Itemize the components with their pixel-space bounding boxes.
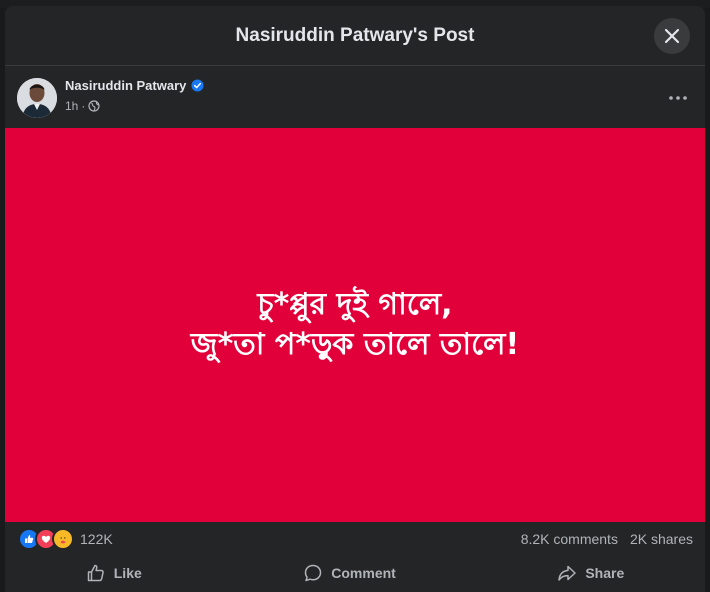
- post-actions: Like Comment Share: [5, 554, 705, 592]
- avatar-image: [17, 78, 57, 118]
- post-modal: Nasiruddin Patwary's Post Nasiruddin Pat…: [5, 6, 705, 592]
- verified-badge-icon: [191, 79, 204, 92]
- more-options-button[interactable]: [663, 88, 693, 108]
- share-label: Share: [585, 565, 625, 581]
- share-icon: [558, 565, 577, 581]
- close-button[interactable]: [654, 18, 690, 54]
- globe-icon: [88, 100, 100, 112]
- comment-button[interactable]: Comment: [287, 557, 412, 589]
- post-image-text-line-2: জু*তা প*ড়ুক তালে তালে!: [190, 327, 520, 362]
- reaction-icons[interactable]: [18, 528, 74, 550]
- post-image-text-line-1: চু*প্পুর দুই গালে,: [257, 287, 453, 322]
- post-header: Nasiruddin Patwary 1h ·: [5, 66, 705, 128]
- close-icon: [664, 28, 680, 44]
- share-button[interactable]: Share: [541, 557, 640, 589]
- like-button[interactable]: Like: [70, 557, 158, 589]
- modal-title: Nasiruddin Patwary's Post: [235, 24, 475, 46]
- care-reaction-icon: [52, 528, 74, 550]
- post-image[interactable]: চু*প্পুর দুই গালে, জু*তা প*ড়ুক তালে তাল…: [5, 128, 705, 522]
- comment-icon: [305, 564, 322, 582]
- author-name[interactable]: Nasiruddin Patwary: [65, 78, 186, 93]
- post-image-text: চু*প্পুর দুই গালে, জু*তা প*ড়ুক তালে তাল…: [191, 285, 519, 365]
- author-line: Nasiruddin Patwary: [65, 78, 204, 93]
- avatar[interactable]: [17, 78, 57, 118]
- more-options-icon: [669, 96, 687, 100]
- modal-header: Nasiruddin Patwary's Post: [5, 6, 705, 66]
- reactions-bar: 122K 8.2K comments 2K shares: [5, 526, 705, 552]
- post-time[interactable]: 1h: [65, 99, 78, 113]
- comments-count[interactable]: 8.2K comments: [521, 531, 618, 547]
- comment-share-counts: 8.2K comments 2K shares: [521, 531, 693, 547]
- like-icon: [87, 564, 104, 582]
- like-label: Like: [113, 565, 142, 581]
- post-meta: 1h ·: [65, 99, 100, 113]
- shares-count[interactable]: 2K shares: [630, 531, 693, 547]
- meta-separator: ·: [81, 99, 86, 113]
- reactions-count[interactable]: 122K: [80, 531, 113, 547]
- comment-label: Comment: [331, 565, 396, 581]
